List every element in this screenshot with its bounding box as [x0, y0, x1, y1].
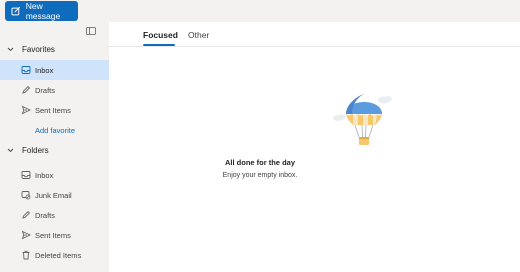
sidebar-item-favorite-inbox[interactable]: Inbox — [0, 60, 109, 80]
sidebar-item-junk[interactable]: Junk Email — [0, 185, 109, 205]
sidebar-item-drafts[interactable]: Drafts — [0, 205, 109, 225]
new-message-label: New message — [25, 1, 61, 21]
sidebar-item-deleted[interactable]: Deleted Items — [0, 245, 109, 265]
sidebar-item-favorite-drafts[interactable]: Drafts — [0, 80, 109, 100]
tab-other[interactable]: Other — [188, 30, 209, 40]
trash-icon — [22, 250, 30, 260]
top-bar: New message — [0, 0, 520, 22]
empty-state-subtitle: Enjoy your empty inbox. — [222, 172, 298, 179]
folders-header[interactable]: Folders — [0, 140, 109, 160]
folder-pane: Favorites Inbox Drafts Sent Items Add fa… — [0, 22, 109, 272]
drafts-icon — [22, 85, 31, 94]
compose-icon — [11, 6, 21, 16]
sidebar-item-favorite-sent[interactable]: Sent Items — [0, 100, 109, 120]
add-favorite-link[interactable]: Add favorite — [35, 126, 75, 135]
sidebar-item-label: Sent Items — [35, 105, 71, 115]
hot-air-balloon-illustration — [333, 94, 392, 145]
new-message-button[interactable]: New message — [5, 1, 78, 21]
tab-focused[interactable]: Focused — [143, 30, 178, 40]
favorites-label: Favorites — [22, 44, 55, 54]
sidebar-item-sent[interactable]: Sent Items — [0, 225, 109, 245]
sidebar-item-label: Junk Email — [35, 190, 72, 200]
sidebar-item-label: Drafts — [35, 210, 56, 220]
empty-state-title: All done for the day — [224, 158, 295, 167]
sidebar-item-label: Drafts — [35, 85, 56, 95]
sent-icon — [21, 230, 31, 240]
drafts-icon — [22, 210, 31, 219]
favorites-header[interactable]: Favorites — [0, 39, 109, 59]
message-list-pane: Focused Other — [109, 22, 520, 272]
junk-icon — [21, 191, 31, 200]
sent-icon — [21, 105, 31, 115]
chevron-down-icon — [7, 148, 14, 153]
inbox-icon — [21, 66, 31, 74]
inbox-tabs: Focused Other — [109, 22, 520, 47]
chevron-down-icon — [7, 47, 14, 52]
sidebar-item-label: Inbox — [35, 65, 54, 75]
folders-label: Folders — [22, 145, 49, 155]
active-tab-indicator — [143, 44, 175, 46]
sidebar-item-label: Deleted Items — [35, 250, 82, 260]
sidebar-item-label: Sent Items — [35, 230, 71, 240]
collapse-pane-icon[interactable] — [86, 26, 96, 36]
